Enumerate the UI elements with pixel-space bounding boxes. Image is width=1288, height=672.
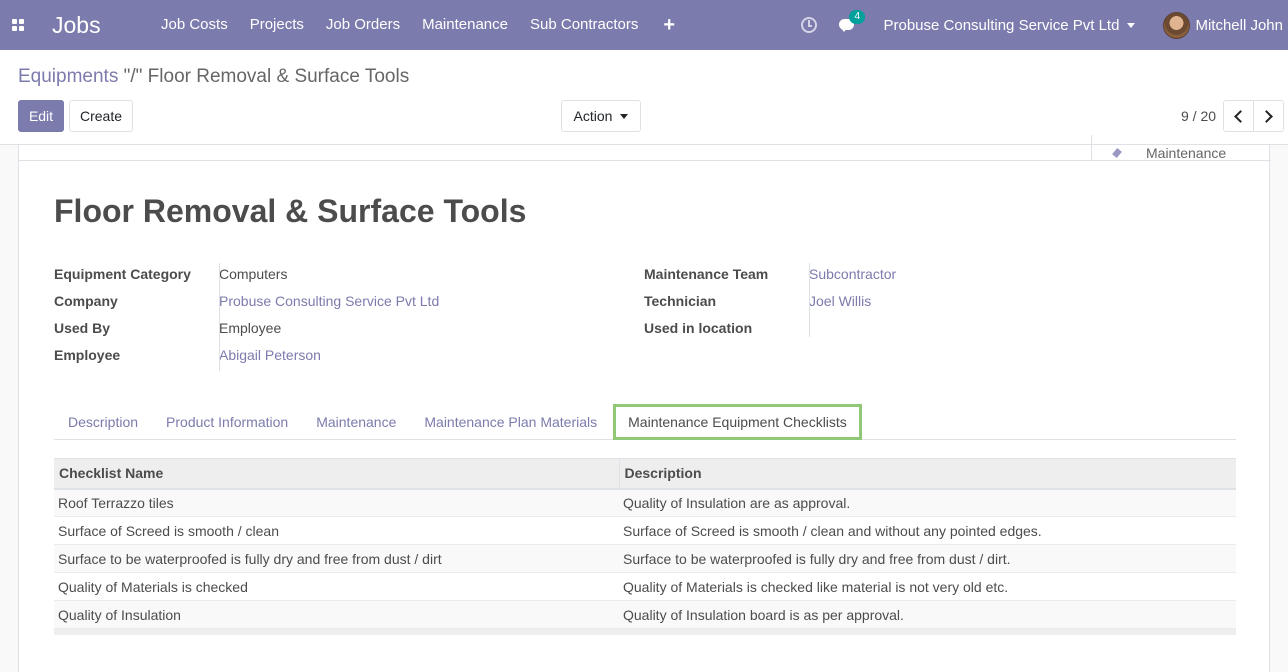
maintenance-smart-button[interactable]: Maintenance (1091, 135, 1271, 161)
caret-down-icon (1127, 22, 1136, 28)
smart-button-label: Maintenance (1146, 145, 1227, 161)
table-row[interactable]: Surface of Screed is smooth / clean Surf… (54, 516, 1236, 545)
employee-link[interactable]: Abigail Peterson (219, 347, 321, 363)
activity-clock-icon[interactable] (801, 17, 818, 33)
table-row[interactable]: Roof Terrazzo tiles Quality of Insulatio… (54, 488, 1236, 517)
menu-maintenance[interactable]: Maintenance (411, 0, 519, 50)
action-label: Action (573, 108, 613, 124)
record-title: Floor Removal & Surface Tools (54, 193, 527, 229)
tab-maintenance-equipment-checklists[interactable]: Maintenance Equipment Checklists (613, 404, 862, 440)
column-header-description[interactable]: Description (618, 458, 1236, 490)
description-cell: Quality of Insulation are as approval. (619, 488, 1236, 517)
field-group-right: Maintenance Team Subcontractor Technician… (644, 260, 896, 341)
breadcrumb-current: "/" Floor Removal & Surface Tools (123, 66, 410, 87)
table-row[interactable]: Quality of Materials is checked Quality … (54, 572, 1236, 601)
pager-previous-button[interactable] (1223, 100, 1254, 132)
description-cell: Surface to be waterproofed is fully dry … (619, 544, 1236, 573)
field-label: Employee (54, 346, 121, 363)
tab-description[interactable]: Description (54, 404, 152, 440)
company-name: Probuse Consulting Service Pvt Ltd (883, 16, 1120, 34)
column-header-checklist-name[interactable]: Checklist Name (54, 458, 619, 490)
menu-sub-contractors[interactable]: Sub Contractors (519, 0, 649, 50)
chevron-left-icon (1234, 109, 1247, 123)
table-footer (54, 628, 1236, 635)
pager-value[interactable]: 9 / 20 (1181, 108, 1216, 124)
checklist-name-cell: Surface of Screed is smooth / clean (54, 516, 619, 545)
tab-maintenance-plan-materials[interactable]: Maintenance Plan Materials (410, 404, 611, 440)
technician-link[interactable]: Joel Willis (809, 293, 871, 309)
description-cell: Quality of Insulation board is as per ap… (619, 600, 1236, 629)
menu-job-costs[interactable]: Job Costs (150, 0, 239, 50)
field-label: Equipment Category (54, 265, 191, 282)
field-label: Maintenance Team (644, 265, 769, 282)
menu-job-orders[interactable]: Job Orders (315, 0, 411, 50)
field-label: Company (54, 292, 118, 309)
top-navbar: Jobs Job Costs Projects Job Orders Maint… (0, 0, 1288, 50)
divider (809, 263, 810, 337)
description-cell: Quality of Materials is checked like mat… (619, 572, 1236, 601)
menu-projects[interactable]: Projects (239, 0, 315, 50)
button-box: Maintenance (19, 135, 1271, 161)
app-brand[interactable]: Jobs (52, 12, 150, 39)
caret-down-icon (620, 113, 629, 119)
apps-menu-icon[interactable] (0, 0, 36, 50)
field-group-left: Equipment Category Computers Company Probu… (54, 260, 439, 368)
pager-next-button[interactable] (1253, 100, 1284, 132)
tab-maintenance[interactable]: Maintenance (302, 404, 410, 440)
checklist-name-cell: Roof Terrazzo tiles (54, 488, 619, 517)
user-name: Mitchell John (1195, 16, 1283, 34)
divider (219, 263, 220, 371)
edit-button[interactable]: Edit (18, 100, 64, 132)
used-by-value: Employee (219, 319, 282, 336)
message-count-badge: 4 (849, 10, 866, 24)
navbar-systray: 4 Probuse Consulting Service Pvt Ltd Mit… (801, 0, 1288, 50)
table-row[interactable]: Quality of Insulation Quality of Insulat… (54, 600, 1236, 629)
checklist-name-cell: Quality of Materials is checked (54, 572, 619, 601)
field-label: Used in location (644, 319, 753, 336)
checklist-table: Checklist Name Description Roof Terrazzo… (54, 458, 1236, 635)
chevron-right-icon (1260, 109, 1273, 123)
checklist-name-cell: Surface to be waterproofed is fully dry … (54, 544, 619, 573)
table-row[interactable]: Surface to be waterproofed is fully dry … (54, 544, 1236, 573)
messaging-icon[interactable]: 4 (839, 10, 866, 32)
maintenance-team-link[interactable]: Subcontractor (809, 266, 896, 282)
plus-icon[interactable]: + (649, 0, 689, 50)
notebook-tabs: Description Product Information Maintena… (54, 404, 1236, 440)
company-switcher[interactable]: Probuse Consulting Service Pvt Ltd (883, 16, 1136, 34)
user-menu[interactable]: Mitchell John (1163, 11, 1283, 39)
company-link[interactable]: Probuse Consulting Service Pvt Ltd (219, 293, 439, 309)
field-label: Technician (644, 292, 717, 309)
field-label: Used By (54, 319, 111, 336)
description-cell: Surface of Screed is smooth / clean and … (619, 516, 1236, 545)
action-button[interactable]: Action (561, 100, 641, 132)
breadcrumb: Equipments "/" Floor Removal & Surface T… (18, 66, 409, 88)
create-button[interactable]: Create (69, 100, 133, 132)
control-panel: Equipments "/" Floor Removal & Surface T… (0, 50, 1288, 145)
checklist-name-cell: Quality of Insulation (54, 600, 619, 629)
breadcrumb-equipments[interactable]: Equipments (18, 66, 118, 87)
avatar (1163, 11, 1191, 39)
tab-product-information[interactable]: Product Information (152, 404, 302, 440)
equipment-category-value: Computers (219, 265, 288, 282)
wrench-icon (1112, 148, 1122, 158)
top-menu: Job Costs Projects Job Orders Maintenanc… (150, 0, 689, 50)
form-sheet: Maintenance Floor Removal & Surface Tool… (18, 135, 1271, 672)
